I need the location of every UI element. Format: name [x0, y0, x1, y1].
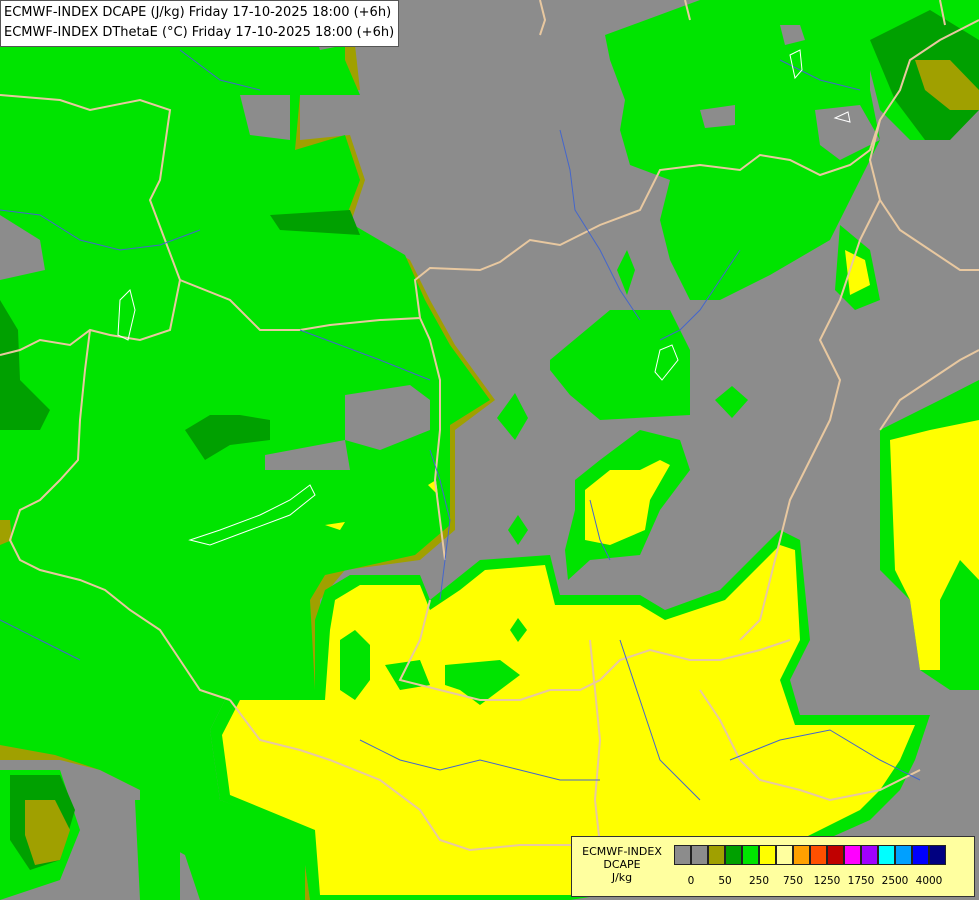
title-line-dthetae: ECMWF-INDEX DThetaE (°C) Friday 17-10-20…	[4, 25, 395, 40]
legend-swatch	[827, 845, 844, 865]
legend-swatch	[691, 845, 708, 865]
legend-swatch	[895, 845, 912, 865]
legend-tick-label: 750	[782, 875, 804, 887]
title-line-dcape: ECMWF-INDEX DCAPE (J/kg) Friday 17-10-20…	[4, 5, 392, 20]
legend-label-line-3: J/kg	[611, 871, 633, 884]
legend-swatch	[742, 845, 759, 865]
legend-swatch	[759, 845, 776, 865]
legend-swatch	[776, 845, 793, 865]
legend-swatch	[929, 845, 946, 865]
legend-swatch	[810, 845, 827, 865]
legend-swatch	[708, 845, 725, 865]
legend-label: ECMWF-INDEX DCAPE J/kg	[574, 845, 670, 884]
legend-tick-label: 50	[718, 875, 732, 887]
legend-tick-label: 250	[748, 875, 770, 887]
legend-ticks: 0 50 250 750 1250 1750 2500 4000	[674, 875, 974, 889]
legend-swatches	[674, 845, 946, 867]
weather-map	[0, 0, 979, 900]
legend-swatch	[725, 845, 742, 865]
legend-swatch	[878, 845, 895, 865]
legend-tick-label: 1750	[847, 875, 875, 887]
legend-tick-label: 0	[687, 875, 695, 887]
legend-swatch	[861, 845, 878, 865]
legend-tick-label: 1250	[813, 875, 841, 887]
legend-tick-label: 2500	[881, 875, 909, 887]
legend-swatch	[912, 845, 929, 865]
legend-tick-label: 4000	[915, 875, 943, 887]
legend-swatch	[844, 845, 861, 865]
map-title-box: ECMWF-INDEX DCAPE (J/kg) Friday 17-10-20…	[0, 0, 400, 47]
legend-label-line-1: ECMWF-INDEX	[582, 845, 662, 858]
legend-label-line-2: DCAPE	[603, 858, 641, 871]
color-legend: ECMWF-INDEX DCAPE J/kg 0 50 250 750 1250 1750…	[571, 836, 975, 897]
legend-swatch	[793, 845, 810, 865]
legend-swatch	[674, 845, 691, 865]
